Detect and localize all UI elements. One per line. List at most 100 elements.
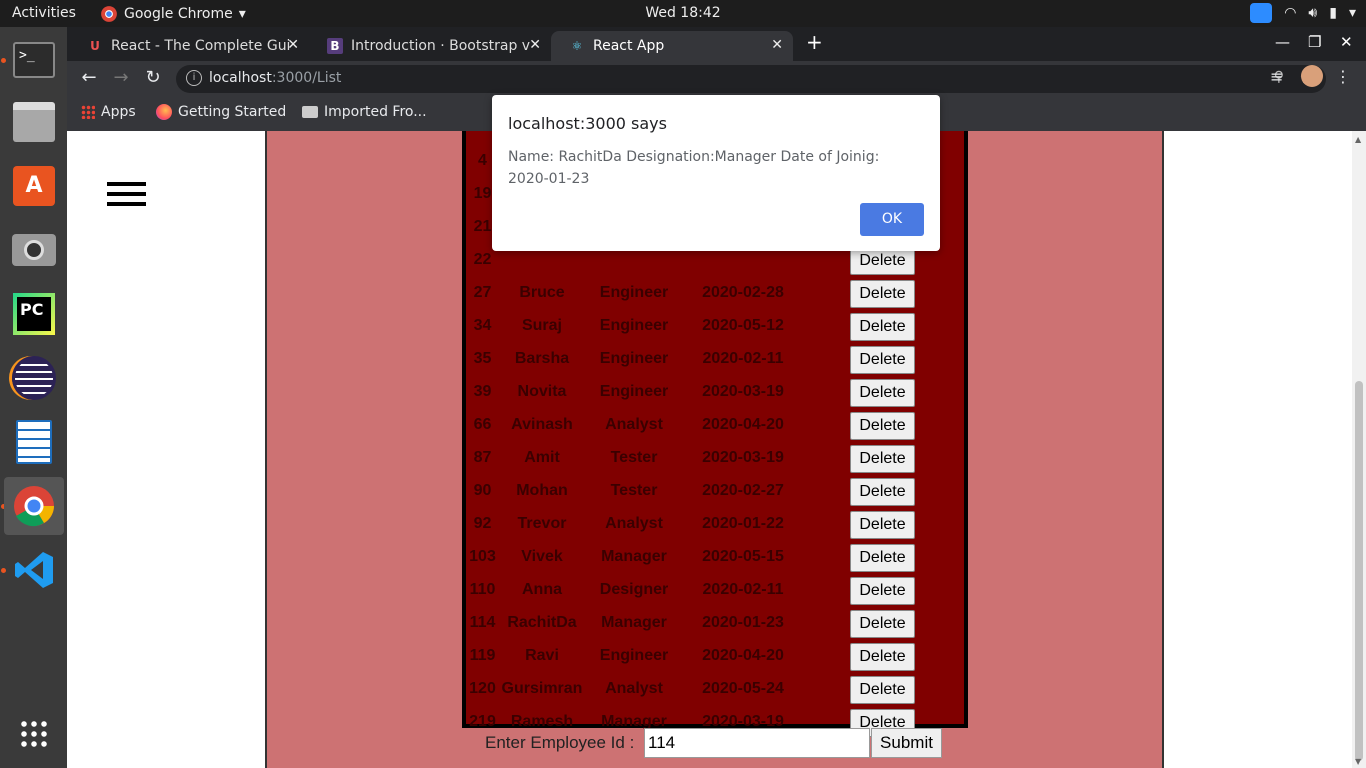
software-center-launcher[interactable]: A: [4, 157, 64, 215]
table-row: 87 Amit Tester 2020-03-19 Delete: [466, 442, 964, 475]
delete-button[interactable]: Delete: [850, 676, 915, 704]
app-grid-launcher[interactable]: [4, 705, 64, 763]
delete-button[interactable]: Delete: [850, 379, 915, 407]
delete-button[interactable]: Delete: [850, 313, 915, 341]
camera-icon: [12, 234, 56, 266]
bookmark-getting-started[interactable]: Getting Started: [156, 104, 286, 120]
table-row: 27 Bruce Engineer 2020-02-28 Delete: [466, 277, 964, 310]
url-host: localhost: [209, 70, 272, 86]
employee-id-cell: 90: [473, 482, 492, 499]
close-window-button[interactable]: ✕: [1340, 33, 1353, 51]
delete-button[interactable]: Delete: [850, 247, 915, 275]
dialog-message: Name: RachitDa Designation:Manager Date …: [508, 149, 880, 187]
tab-react-course[interactable]: U React - The Complete Guid ✕: [69, 31, 309, 61]
bookmark-apps[interactable]: Apps: [81, 104, 136, 120]
minimize-button[interactable]: —: [1275, 33, 1290, 51]
bootstrap-icon: B: [327, 38, 343, 54]
tab-react-app[interactable]: ⚛ React App ✕: [551, 31, 793, 61]
employee-id-cell: 110: [469, 581, 496, 598]
employee-name-cell: Novita: [517, 383, 567, 400]
delete-button[interactable]: Delete: [850, 280, 915, 308]
employee-id-cell: 114: [469, 614, 496, 631]
hamburger-menu-icon[interactable]: [107, 182, 146, 212]
join-date-cell: 2020-02-11: [702, 581, 784, 598]
media-controls-icon[interactable]: ≡: [1270, 67, 1283, 86]
employee-name-cell: RachitDa: [507, 614, 577, 631]
pycharm-launcher[interactable]: PC: [4, 285, 64, 343]
vscode-launcher[interactable]: [4, 541, 64, 599]
employee-name-cell: Ramesh: [510, 713, 574, 730]
tab-bootstrap[interactable]: B Introduction · Bootstrap v ✕: [309, 31, 551, 61]
zoom-meeting-icon[interactable]: [1250, 3, 1273, 23]
scroll-up-icon[interactable]: ▲: [1355, 135, 1361, 144]
designation-cell: Designer: [599, 581, 669, 598]
delete-button[interactable]: Delete: [850, 610, 915, 638]
designation-cell: Manager: [601, 614, 667, 631]
chrome-launcher[interactable]: [4, 477, 64, 535]
info-icon[interactable]: i: [186, 70, 202, 86]
bookmark-imported[interactable]: Imported Fro...: [302, 104, 427, 120]
delete-button[interactable]: Delete: [850, 577, 915, 605]
files-launcher[interactable]: [4, 93, 64, 151]
volume-icon[interactable]: 🔊︎: [1308, 5, 1317, 21]
delete-button[interactable]: Delete: [850, 412, 915, 440]
table-row: 120 Gursimran Analyst 2020-05-24 Delete: [466, 673, 964, 706]
power-menu-icon[interactable]: ▾: [1349, 5, 1356, 21]
table-row: 110 Anna Designer 2020-02-11 Delete: [466, 574, 964, 607]
employee-id-cell: 39: [473, 383, 492, 400]
dock: >_ A PC: [0, 27, 67, 768]
employee-name-cell: Anna: [522, 581, 562, 598]
app-menu[interactable]: Google Chrome ▾: [100, 5, 246, 23]
scrollbar-thumb[interactable]: [1355, 381, 1363, 761]
table-row: 90 Mohan Tester 2020-02-27 Delete: [466, 475, 964, 508]
wifi-icon[interactable]: ◠: [1284, 5, 1296, 21]
files-icon: [13, 102, 55, 142]
employee-name-cell: Suraj: [521, 317, 562, 334]
close-icon[interactable]: ✕: [771, 37, 783, 53]
delete-button[interactable]: Delete: [850, 544, 915, 572]
tab-title: React - The Complete Guid: [111, 38, 291, 54]
camera-launcher[interactable]: [4, 221, 64, 279]
libreoffice-writer-launcher[interactable]: [4, 413, 64, 471]
clock[interactable]: Wed 18:42: [645, 5, 720, 21]
system-tray[interactable]: ◠ 🔊︎ ▮ ▾: [1250, 3, 1356, 23]
battery-icon[interactable]: ▮: [1329, 5, 1337, 21]
employee-id-input[interactable]: 114: [644, 728, 870, 758]
ok-button[interactable]: OK: [860, 203, 924, 236]
delete-button[interactable]: Delete: [850, 643, 915, 671]
forward-arrow-icon[interactable]: →: [109, 67, 133, 88]
employee-id-cell: 119: [469, 647, 496, 664]
reload-icon[interactable]: ↻: [141, 67, 165, 88]
new-tab-button[interactable]: +: [806, 30, 823, 54]
designation-cell: Engineer: [599, 383, 669, 400]
url-text[interactable]: localhost:3000/List: [209, 70, 341, 86]
table-row: 119 Ravi Engineer 2020-04-20 Delete: [466, 640, 964, 673]
employee-id-cell: 120: [469, 680, 496, 697]
avatar[interactable]: [1301, 65, 1323, 87]
page-scrollbar[interactable]: ▲ ▼: [1352, 131, 1366, 768]
join-date-cell: 2020-01-22: [702, 515, 784, 532]
designation-cell: Engineer: [599, 350, 669, 367]
terminal-launcher[interactable]: >_: [4, 31, 64, 89]
join-date-cell: 2020-02-28: [702, 284, 784, 301]
back-arrow-icon[interactable]: ←: [77, 67, 101, 88]
delete-button[interactable]: Delete: [850, 346, 915, 374]
kebab-menu-icon[interactable]: ⋮: [1335, 67, 1351, 86]
maximize-button[interactable]: ❐: [1308, 33, 1321, 51]
close-icon[interactable]: ✕: [287, 37, 299, 53]
employee-id-cell: 103: [469, 548, 496, 565]
close-icon[interactable]: ✕: [529, 37, 541, 53]
employee-id-cell: 27: [473, 284, 492, 301]
table-row: 92 Trevor Analyst 2020-01-22 Delete: [466, 508, 964, 541]
eclipse-launcher[interactable]: [4, 349, 64, 407]
delete-button[interactable]: Delete: [850, 445, 915, 473]
scroll-down-icon[interactable]: ▼: [1355, 757, 1361, 766]
submit-button[interactable]: Submit: [871, 728, 942, 758]
gnome-top-bar: Activities Google Chrome ▾ Wed 18:42 ◠ 🔊…: [0, 0, 1366, 27]
address-bar[interactable]: i localhost:3000/List ⚲ ☆: [176, 65, 1326, 93]
delete-button[interactable]: Delete: [850, 511, 915, 539]
dialog-title: localhost:3000 says: [508, 114, 667, 133]
delete-button[interactable]: Delete: [850, 478, 915, 506]
activities-button[interactable]: Activities: [12, 5, 76, 21]
alert-dialog: localhost:3000 says Name: RachitDa Desig…: [492, 95, 940, 251]
